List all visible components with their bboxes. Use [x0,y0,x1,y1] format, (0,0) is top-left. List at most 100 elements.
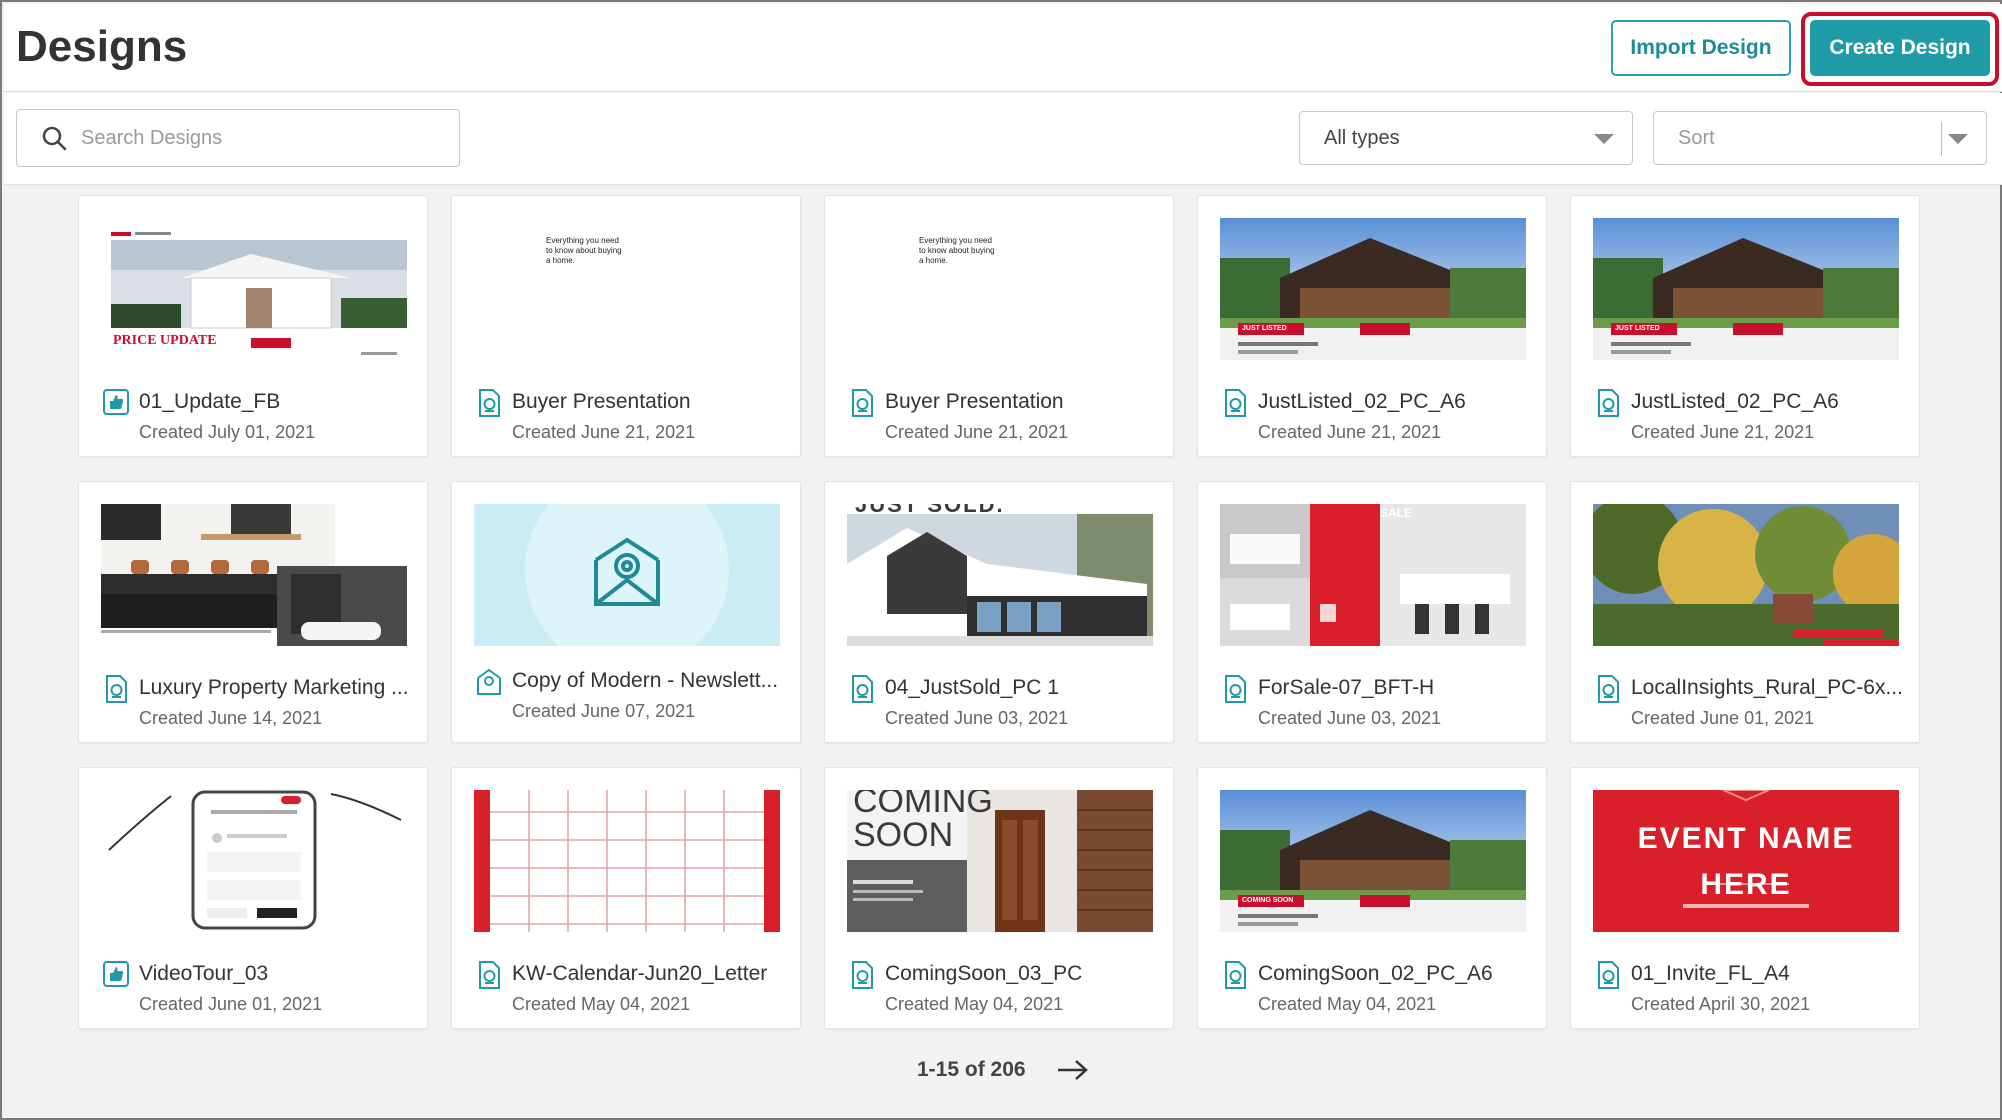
design-thumbnail: SALE [1220,504,1526,646]
document-icon [479,389,500,417]
thumb-text: JUST SOLD. [855,504,1005,517]
design-date: Created June 21, 2021 [512,422,696,442]
design-card[interactable]: Everything you need to know about buying… [824,195,1174,457]
page-title: Designs [16,22,188,71]
design-date: Created June 14, 2021 [139,708,323,728]
design-date: Created June 07, 2021 [512,701,696,721]
design-title: 01_Update_FB [139,390,281,413]
type-filter-select[interactable]: All types [1299,111,1633,165]
arrow-right-icon[interactable] [1056,1058,1090,1082]
design-thumbnail: PRICE UPDATE [101,218,407,360]
design-card[interactable]: EVENT NAME HERE 01_Invite_FL_A4 Created … [1570,767,1920,1029]
design-card[interactable]: JUST SOLD. 04_JustSold_PC 1 Created June… [824,481,1174,743]
document-icon [852,961,873,989]
design-title: Buyer Presentation [885,390,1064,413]
design-card[interactable]: Luxury Property Marketing ... Created Ju… [78,481,428,743]
design-card[interactable]: COMING SOON ComingSoon_03_PC Created May… [824,767,1174,1029]
design-date: Created June 21, 2021 [1631,422,1815,442]
social-post-icon [103,389,129,415]
design-title: ComingSoon_02_PC_A6 [1258,962,1493,985]
thumb-text: Everything you need to know about buying… [546,236,622,265]
design-thumbnail: Everything you need to know about buying… [474,218,780,360]
import-design-button[interactable]: Import Design [1611,20,1791,76]
thumb-text: SALE [1380,506,1413,520]
design-title: LocalInsights_Rural_PC-6x... [1631,676,1903,699]
pagination: 1-15 of 206 [917,1058,1090,1082]
design-thumbnail: Everything you need to know about buying… [847,218,1153,360]
chevron-down-icon [1594,134,1614,144]
design-title: 04_JustSold_PC 1 [885,676,1059,699]
social-post-icon [103,961,129,987]
design-title: JustListed_02_PC_A6 [1631,390,1839,413]
design-thumbnail [101,790,407,932]
design-card[interactable]: JUST LISTED JustListed_02_PC_A6 Created … [1197,195,1547,457]
document-icon [1225,675,1246,703]
design-date: Created June 01, 2021 [139,994,323,1014]
design-title: Copy of Modern - Newslett... [512,669,779,692]
design-thumbnail: JUST LISTED [1220,218,1526,360]
design-title: ComingSoon_03_PC [885,962,1083,985]
design-thumbnail: EVENT NAME HERE [1593,790,1899,932]
type-filter-value: All types [1324,126,1400,149]
design-card[interactable]: Copy of Modern - Newslett... Created Jun… [451,481,801,743]
design-card[interactable]: KW-Calendar-Jun20_Letter Created May 04,… [451,767,801,1029]
design-thumbnail [1593,504,1899,646]
design-title: JustListed_02_PC_A6 [1258,390,1466,413]
design-thumbnail: JUST SOLD. [847,504,1153,646]
design-date: Created June 03, 2021 [885,708,1069,728]
design-title: ForSale-07_BFT-H [1258,676,1435,699]
document-icon [1225,389,1246,417]
design-card[interactable]: JUST LISTED JustListed_02_PC_A6 Created … [1570,195,1920,457]
select-divider [1941,122,1942,156]
design-date: Created June 21, 2021 [1258,422,1442,442]
chevron-down-icon [1948,134,1968,144]
design-date: Created June 21, 2021 [885,422,1069,442]
design-card[interactable]: Everything you need to know about buying… [451,195,801,457]
design-thumbnail: JUST LISTED [1593,218,1899,360]
design-card[interactable]: COMING SOON ComingSoon_02_PC_A6 Created … [1197,767,1547,1029]
document-icon [1598,389,1619,417]
sort-select[interactable]: Sort [1653,111,1987,165]
design-card[interactable]: SALE ForSale-07_BFT-H Created June 03, 2… [1197,481,1547,743]
create-design-button[interactable]: Create Design [1810,20,1990,76]
document-icon [1598,675,1619,703]
design-date: Created June 01, 2021 [1631,708,1815,728]
design-date: Created May 04, 2021 [512,994,691,1014]
thumb-text: COMING SOON [1242,897,1294,904]
design-thumbnail [474,790,780,932]
document-icon [852,675,873,703]
design-title: KW-Calendar-Jun20_Letter [512,962,768,985]
thumb-text: PRICE UPDATE [113,333,217,348]
design-date: Created April 30, 2021 [1631,994,1811,1014]
thumb-text: JUST LISTED [1615,325,1660,332]
design-thumbnail [101,504,407,646]
design-title: VideoTour_03 [139,962,269,985]
sort-placeholder: Sort [1678,126,1715,149]
design-date: Created May 04, 2021 [885,994,1064,1014]
page-header: Designs Import Design Create Design [4,4,2002,92]
design-title: Buyer Presentation [512,390,691,413]
design-card[interactable]: LocalInsights_Rural_PC-6x... Created Jun… [1570,481,1920,743]
design-date: Created July 01, 2021 [139,422,316,442]
search-icon [42,126,67,151]
pagination-label: 1-15 of 206 [917,1058,1026,1081]
app-frame: Designs Import Design Create Design All … [0,0,2002,1120]
design-thumbnail [474,504,780,646]
document-icon [1225,961,1246,989]
thumb-text: Everything you need to know about buying… [919,236,995,265]
thumb-text: JUST LISTED [1242,325,1287,332]
design-thumbnail: COMING SOON [847,790,1153,932]
design-card[interactable]: VideoTour_03 Created June 01, 2021 [78,767,428,1029]
design-card[interactable]: PRICE UPDATE 01_Update_FB Created July 0… [78,195,428,457]
thumb-text: COMING SOON [853,790,993,854]
email-icon [477,668,501,695]
document-icon [1598,961,1619,989]
search-input[interactable] [81,126,441,150]
design-date: Created June 03, 2021 [1258,708,1442,728]
design-title: 01_Invite_FL_A4 [1631,962,1790,985]
search-box[interactable] [16,109,460,167]
design-date: Created May 04, 2021 [1258,994,1437,1014]
design-thumbnail: COMING SOON [1220,790,1526,932]
document-icon [106,675,127,703]
design-title: Luxury Property Marketing ... [139,676,409,699]
